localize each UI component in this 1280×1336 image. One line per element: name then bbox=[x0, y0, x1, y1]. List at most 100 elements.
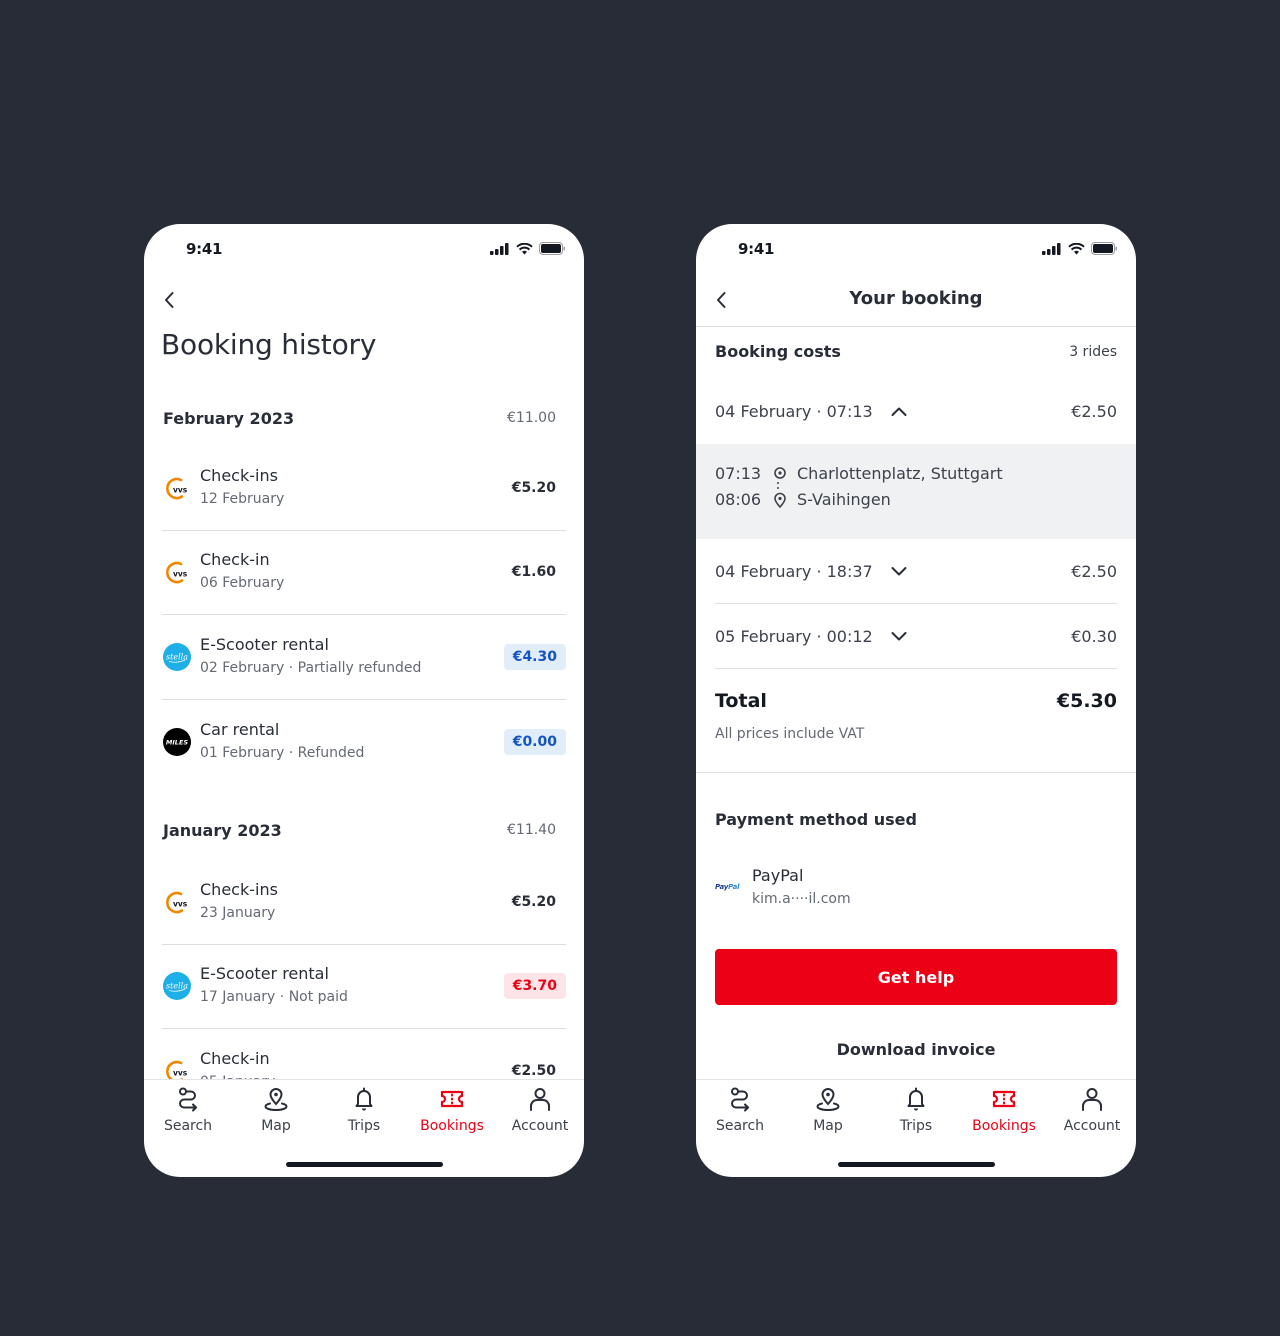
tab-account[interactable]: Account bbox=[496, 1080, 584, 1137]
chevron-left-icon bbox=[165, 292, 174, 308]
booking-subtitle: 17 January · Not paid bbox=[200, 989, 348, 1006]
booking-list-item[interactable]: vvs Check-ins 23 January €5.20 bbox=[162, 860, 566, 945]
chevron-down-icon[interactable] bbox=[889, 561, 909, 581]
tab-bookings[interactable]: Bookings bbox=[960, 1080, 1048, 1137]
booking-title: Car rental bbox=[200, 719, 280, 739]
bell-icon bbox=[351, 1086, 377, 1116]
booking-list-item[interactable]: vvs Check-in 06 February €1.60 bbox=[162, 531, 566, 615]
ride-row[interactable]: 04 February · 07:13 €2.50 bbox=[715, 379, 1117, 444]
battery-icon bbox=[539, 242, 565, 255]
booking-costs-header: Booking costs 3 rides bbox=[715, 342, 1117, 361]
tab-label: Account bbox=[1063, 1118, 1121, 1134]
tab-bookings[interactable]: Bookings bbox=[408, 1080, 496, 1137]
arrival-stop-name: S-Vaihingen bbox=[797, 490, 891, 509]
ride-row[interactable]: 05 February · 00:12 €0.30 bbox=[715, 604, 1117, 669]
home-indicator bbox=[286, 1162, 443, 1167]
booking-title: Check-ins bbox=[200, 465, 278, 485]
booking-list-item[interactable]: stella E-Scooter rental 02 February · Pa… bbox=[162, 615, 566, 700]
payment-account: kim.a····il.com bbox=[752, 891, 851, 907]
chevron-down-icon[interactable] bbox=[889, 626, 909, 646]
map-pin-icon bbox=[263, 1086, 289, 1116]
signal-icon bbox=[490, 242, 509, 255]
booking-subtitle: 23 January bbox=[200, 904, 276, 921]
signal-icon bbox=[1042, 242, 1061, 255]
tab-label: Trips bbox=[347, 1118, 381, 1134]
booking-amount: €4.30 bbox=[503, 643, 566, 670]
svg-text:vvs: vvs bbox=[173, 570, 188, 579]
month-title: February 2023 bbox=[163, 408, 295, 428]
status-bar: 9:41 bbox=[696, 224, 1136, 276]
booking-list-item[interactable]: vvs Check-in 05 January €2.50 bbox=[162, 1029, 566, 1080]
booking-list-item[interactable]: stella E-Scooter rental 17 January · Not… bbox=[162, 945, 566, 1029]
booking-title: E-Scooter rental bbox=[200, 634, 329, 654]
month-title: January 2023 bbox=[163, 820, 282, 840]
payment-method-name: PayPal bbox=[752, 866, 804, 885]
tab-label: Map bbox=[261, 1118, 291, 1134]
tab-bar: Search Map Trips Bookings Account bbox=[144, 1079, 584, 1137]
booking-costs-title: Booking costs bbox=[715, 342, 841, 361]
tab-trips[interactable]: Trips bbox=[872, 1080, 960, 1137]
ride-price: €2.50 bbox=[1071, 402, 1117, 421]
ride-detail-panel: 07:13 Charlottenplatz, Stuttgart 08:06 S… bbox=[696, 444, 1136, 539]
month-total: €11.00 bbox=[507, 410, 556, 426]
total-row: Total €5.30 bbox=[715, 690, 1117, 712]
route-search-icon bbox=[175, 1086, 201, 1116]
wifi-icon bbox=[1068, 242, 1085, 254]
payment-method: PayPal PayPal kim.a····il.com bbox=[715, 864, 851, 910]
bell-icon bbox=[903, 1086, 929, 1116]
chevron-up-icon[interactable] bbox=[889, 402, 909, 422]
ride-label: 04 February · 18:37 bbox=[715, 561, 873, 581]
download-invoice-button[interactable]: Download invoice bbox=[696, 1040, 1136, 1059]
ride-row[interactable]: 04 February · 18:37 €2.50 bbox=[715, 539, 1117, 604]
nav-title: Your booking bbox=[849, 288, 983, 309]
svg-text:vvs: vvs bbox=[173, 485, 188, 494]
ride-count: 3 rides bbox=[1069, 343, 1117, 360]
divider bbox=[696, 772, 1136, 773]
route-search-icon bbox=[727, 1086, 753, 1116]
booking-title: Check-in bbox=[200, 550, 270, 570]
tab-trips[interactable]: Trips bbox=[320, 1080, 408, 1137]
booking-title: Check-in bbox=[200, 1049, 270, 1069]
back-button[interactable] bbox=[158, 288, 182, 312]
vvs-logo-icon: vvs bbox=[162, 887, 192, 917]
ride-price: €2.50 bbox=[1071, 561, 1117, 581]
month-header: January 2023 €11.40 bbox=[144, 800, 584, 860]
booking-amount: €5.20 bbox=[511, 479, 556, 496]
tab-label: Bookings bbox=[420, 1118, 484, 1134]
stella-logo-icon: stella bbox=[162, 971, 192, 1001]
arrival-stop: 08:06 S-Vaihingen bbox=[715, 490, 891, 509]
total-value: €5.30 bbox=[1056, 690, 1117, 712]
booking-history-list[interactable]: February 2023 €11.00 vvs Check-ins 12 Fe… bbox=[144, 390, 584, 1080]
tab-map[interactable]: Map bbox=[232, 1080, 320, 1137]
ride-label: 04 February · 07:13 bbox=[715, 402, 873, 421]
paypal-logo-icon: PayPal bbox=[715, 883, 741, 891]
booking-detail-screen: 9:41 Your booking Booking costs 3 rides … bbox=[696, 224, 1136, 1177]
tab-search[interactable]: Search bbox=[696, 1080, 784, 1137]
booking-title: Check-ins bbox=[200, 879, 278, 899]
booking-subtitle: 01 February · Refunded bbox=[200, 744, 365, 761]
svg-text:vvs: vvs bbox=[173, 1069, 188, 1078]
departure-stop-name: Charlottenplatz, Stuttgart bbox=[797, 464, 1003, 483]
person-icon bbox=[527, 1086, 553, 1116]
divider bbox=[696, 326, 1136, 327]
tab-search[interactable]: Search bbox=[144, 1080, 232, 1137]
svg-text:vvs: vvs bbox=[173, 899, 188, 908]
svg-text:MILES: MILES bbox=[166, 738, 188, 746]
booking-subtitle: 06 February bbox=[200, 575, 285, 592]
paypal-logo-text: Pal bbox=[728, 883, 740, 891]
ride-label: 05 February · 00:12 bbox=[715, 626, 873, 646]
tab-account[interactable]: Account bbox=[1048, 1080, 1136, 1137]
booking-list-item[interactable]: MILES Car rental 01 February · Refunded … bbox=[162, 700, 566, 785]
tab-label: Bookings bbox=[972, 1118, 1036, 1134]
get-help-button[interactable]: Get help bbox=[715, 949, 1117, 1005]
person-icon bbox=[1079, 1086, 1105, 1116]
month-header: February 2023 €11.00 bbox=[144, 390, 584, 446]
vvs-logo-icon: vvs bbox=[162, 1056, 192, 1080]
stella-logo-icon: stella bbox=[162, 642, 192, 672]
departure-stop: 07:13 Charlottenplatz, Stuttgart bbox=[715, 464, 1003, 483]
tab-label: Map bbox=[813, 1118, 843, 1134]
tab-map[interactable]: Map bbox=[784, 1080, 872, 1137]
booking-list-item[interactable]: vvs Check-ins 12 February €5.20 bbox=[162, 446, 566, 531]
origin-icon bbox=[774, 466, 786, 479]
